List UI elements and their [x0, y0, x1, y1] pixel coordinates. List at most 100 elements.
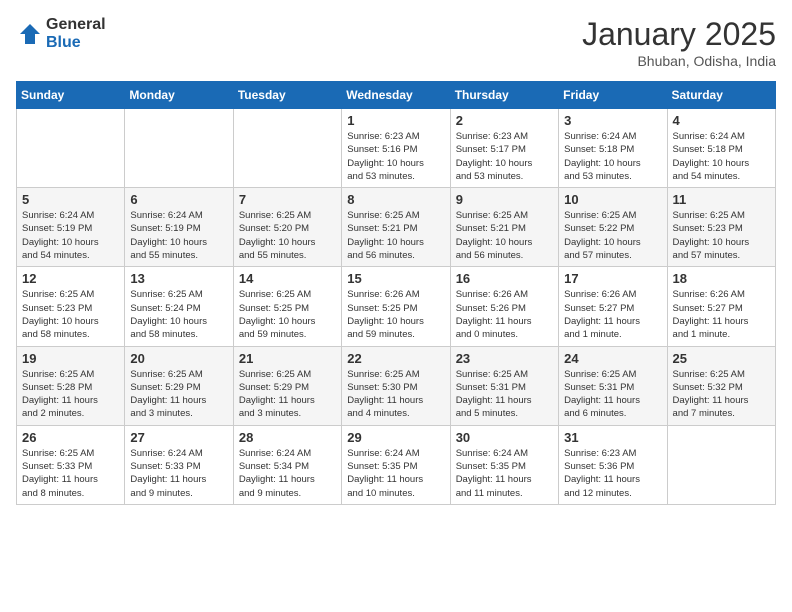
- calendar-week-row: 19Sunrise: 6:25 AMSunset: 5:28 PMDayligh…: [17, 346, 776, 425]
- day-info: Sunrise: 6:25 AM: [456, 368, 553, 381]
- day-info: and 4 minutes.: [347, 407, 444, 420]
- day-number: 12: [22, 271, 119, 286]
- day-number: 31: [564, 430, 661, 445]
- day-info: and 1 minute.: [564, 328, 661, 341]
- day-info: and 0 minutes.: [456, 328, 553, 341]
- calendar-cell: 12Sunrise: 6:25 AMSunset: 5:23 PMDayligh…: [17, 267, 125, 346]
- calendar-week-row: 5Sunrise: 6:24 AMSunset: 5:19 PMDaylight…: [17, 188, 776, 267]
- logo-text: General Blue: [46, 16, 106, 51]
- day-info: and 57 minutes.: [673, 249, 770, 262]
- day-info: Daylight: 11 hours: [130, 473, 227, 486]
- day-info: Daylight: 10 hours: [564, 157, 661, 170]
- day-info: Daylight: 11 hours: [564, 315, 661, 328]
- day-info: and 56 minutes.: [347, 249, 444, 262]
- day-info: Sunset: 5:18 PM: [564, 143, 661, 156]
- day-info: Daylight: 11 hours: [673, 394, 770, 407]
- location-title: Bhuban, Odisha, India: [582, 53, 776, 69]
- day-number: 20: [130, 351, 227, 366]
- month-title: January 2025: [582, 16, 776, 53]
- day-info: Sunset: 5:20 PM: [239, 222, 336, 235]
- day-info: Daylight: 11 hours: [239, 394, 336, 407]
- day-info: Daylight: 10 hours: [456, 157, 553, 170]
- day-number: 26: [22, 430, 119, 445]
- day-info: Daylight: 11 hours: [456, 315, 553, 328]
- weekday-header: Tuesday: [233, 82, 341, 109]
- day-info: and 5 minutes.: [456, 407, 553, 420]
- day-info: Daylight: 10 hours: [130, 236, 227, 249]
- day-number: 1: [347, 113, 444, 128]
- day-info: Sunset: 5:27 PM: [673, 302, 770, 315]
- day-info: Sunset: 5:21 PM: [456, 222, 553, 235]
- day-info: Daylight: 10 hours: [456, 236, 553, 249]
- day-info: Sunset: 5:25 PM: [239, 302, 336, 315]
- day-info: and 57 minutes.: [564, 249, 661, 262]
- calendar-cell: 19Sunrise: 6:25 AMSunset: 5:28 PMDayligh…: [17, 346, 125, 425]
- day-info: Sunset: 5:17 PM: [456, 143, 553, 156]
- day-number: 19: [22, 351, 119, 366]
- calendar-week-row: 1 Sunrise: 6:23 AMSunset: 5:16 PM Daylight…: [17, 109, 776, 188]
- day-info: Sunset: 5:23 PM: [22, 302, 119, 315]
- logo-icon: [16, 20, 44, 48]
- day-info: and 58 minutes.: [130, 328, 227, 341]
- day-info: Daylight: 11 hours: [347, 394, 444, 407]
- calendar-cell: 26Sunrise: 6:25 AMSunset: 5:33 PMDayligh…: [17, 425, 125, 504]
- calendar-cell: 22Sunrise: 6:25 AMSunset: 5:30 PMDayligh…: [342, 346, 450, 425]
- day-info: Sunrise: 6:25 AM: [239, 209, 336, 222]
- calendar-cell: 23Sunrise: 6:25 AMSunset: 5:31 PMDayligh…: [450, 346, 558, 425]
- day-info: Daylight: 11 hours: [347, 473, 444, 486]
- day-info: and 7 minutes.: [673, 407, 770, 420]
- day-info: Daylight: 11 hours: [564, 473, 661, 486]
- day-info: and 1 minute.: [673, 328, 770, 341]
- day-info: Sunset: 5:24 PM: [130, 302, 227, 315]
- calendar-week-row: 26Sunrise: 6:25 AMSunset: 5:33 PMDayligh…: [17, 425, 776, 504]
- calendar-cell: 31Sunrise: 6:23 AMSunset: 5:36 PMDayligh…: [559, 425, 667, 504]
- day-info: and 55 minutes.: [239, 249, 336, 262]
- page-header: General Blue January 2025 Bhuban, Odisha…: [16, 16, 776, 69]
- day-info: Daylight: 11 hours: [456, 473, 553, 486]
- weekday-header: Monday: [125, 82, 233, 109]
- day-info: Sunset: 5:27 PM: [564, 302, 661, 315]
- day-info: and 10 minutes.: [347, 487, 444, 500]
- day-info: Daylight: 10 hours: [673, 236, 770, 249]
- calendar-cell: 11Sunrise: 6:25 AMSunset: 5:23 PMDayligh…: [667, 188, 775, 267]
- day-info: Daylight: 10 hours: [22, 315, 119, 328]
- calendar-cell: [233, 109, 341, 188]
- day-info: Daylight: 10 hours: [347, 236, 444, 249]
- calendar-cell: 9Sunrise: 6:25 AMSunset: 5:21 PMDaylight…: [450, 188, 558, 267]
- calendar-cell: 27Sunrise: 6:24 AMSunset: 5:33 PMDayligh…: [125, 425, 233, 504]
- day-info: Daylight: 10 hours: [239, 236, 336, 249]
- day-info: Sunset: 5:33 PM: [130, 460, 227, 473]
- day-info: and 6 minutes.: [564, 407, 661, 420]
- day-number: 8: [347, 192, 444, 207]
- day-info: Sunrise: 6:25 AM: [347, 209, 444, 222]
- day-info: Sunrise: 6:25 AM: [347, 368, 444, 381]
- day-info: Daylight: 11 hours: [564, 394, 661, 407]
- day-number: 29: [347, 430, 444, 445]
- day-info: and 9 minutes.: [130, 487, 227, 500]
- day-info: Sunrise: 6:26 AM: [456, 288, 553, 301]
- day-number: 11: [673, 192, 770, 207]
- weekday-header: Sunday: [17, 82, 125, 109]
- day-info: Sunrise: 6:24 AM: [239, 447, 336, 460]
- day-info: Sunset: 5:16 PM: [347, 143, 444, 156]
- day-info: and 55 minutes.: [130, 249, 227, 262]
- day-info: Sunrise: 6:25 AM: [456, 209, 553, 222]
- day-info: and 59 minutes.: [239, 328, 336, 341]
- day-info: Sunset: 5:32 PM: [673, 381, 770, 394]
- calendar-cell: 29Sunrise: 6:24 AMSunset: 5:35 PMDayligh…: [342, 425, 450, 504]
- day-info: Sunrise: 6:26 AM: [564, 288, 661, 301]
- calendar-cell: 3Sunrise: 6:24 AMSunset: 5:18 PMDaylight…: [559, 109, 667, 188]
- day-info: Sunrise: 6:25 AM: [239, 288, 336, 301]
- day-info: Sunrise: 6:24 AM: [456, 447, 553, 460]
- title-block: January 2025 Bhuban, Odisha, India: [582, 16, 776, 69]
- day-info: Sunrise: 6:24 AM: [564, 130, 661, 143]
- calendar-cell: 15Sunrise: 6:26 AMSunset: 5:25 PMDayligh…: [342, 267, 450, 346]
- day-info: Sunrise: 6:23 AM: [347, 130, 444, 143]
- day-info: Sunset: 5:22 PM: [564, 222, 661, 235]
- day-info: Sunrise: 6:26 AM: [673, 288, 770, 301]
- day-info: Sunset: 5:30 PM: [347, 381, 444, 394]
- day-info: Sunset: 5:31 PM: [456, 381, 553, 394]
- day-info: Sunset: 5:19 PM: [130, 222, 227, 235]
- calendar-cell: [125, 109, 233, 188]
- day-info: and 3 minutes.: [130, 407, 227, 420]
